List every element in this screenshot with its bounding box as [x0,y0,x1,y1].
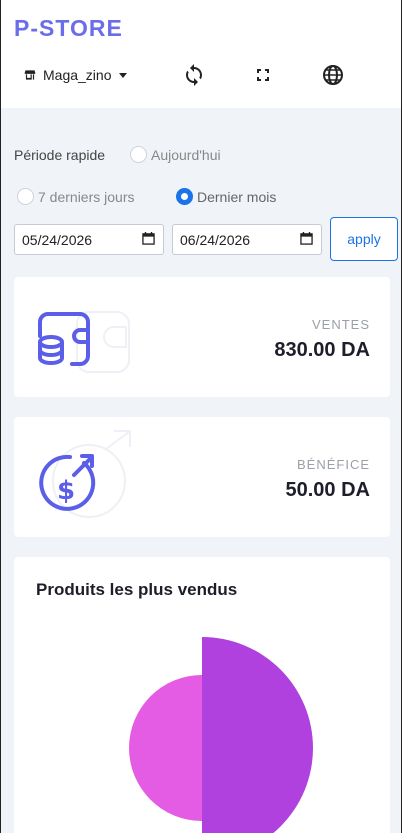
radio-label-today: Aujourd'hui [151,146,221,163]
profit-label: BÉNÉFICE [296,457,370,472]
refresh-icon[interactable] [182,63,206,87]
profit-value: 50.00 DA [285,479,371,501]
top-bar: P-STORE Maga_zino [1,0,401,108]
radio-today[interactable]: Aujourd'hui [130,146,221,163]
sales-value: 830.00 DA [274,339,370,361]
pie-slice-2[interactable] [129,675,202,821]
calendar-icon[interactable] [142,231,155,248]
brand-logo: P-STORE [14,15,123,41]
store-icon [23,68,37,82]
date-from-input[interactable]: 05/24/2026 [14,224,164,255]
fullscreen-icon[interactable] [251,63,275,87]
caret-down-icon [118,70,128,80]
radio-label-last-month: Dernier mois [197,188,277,205]
pie-chart [129,637,313,833]
radio-7-days[interactable]: 7 derniers jours [17,188,135,205]
radio-last-month[interactable]: Dernier mois [176,188,276,205]
profit-card: $ BÉNÉFICE 50.00 DA [14,417,390,537]
store-name: Maga_zino [43,67,112,83]
dollar-growth-icon: $ [34,429,144,530]
sales-label: VENTES [311,317,370,332]
globe-icon[interactable] [321,63,345,87]
pie-slice-1[interactable] [202,637,313,833]
date-from-value: 05/24/2026 [22,231,93,248]
radio-circle [130,146,147,163]
date-to-input[interactable]: 06/24/2026 [172,224,322,255]
top-products-card: Produits les plus vendus [14,557,390,833]
period-label: Période rapide [14,147,106,163]
date-to-value: 06/24/2026 [180,231,251,248]
radio-circle [176,188,193,205]
apply-button[interactable]: apply [330,217,398,261]
svg-text:$: $ [57,476,75,506]
store-selector[interactable]: Maga_zino [23,64,128,86]
wallet-coins-icon [34,302,144,387]
radio-circle [17,188,34,205]
radio-label-7-days: 7 derniers jours [38,188,135,205]
calendar-icon[interactable] [300,231,313,248]
sales-card: VENTES 830.00 DA [14,277,390,397]
